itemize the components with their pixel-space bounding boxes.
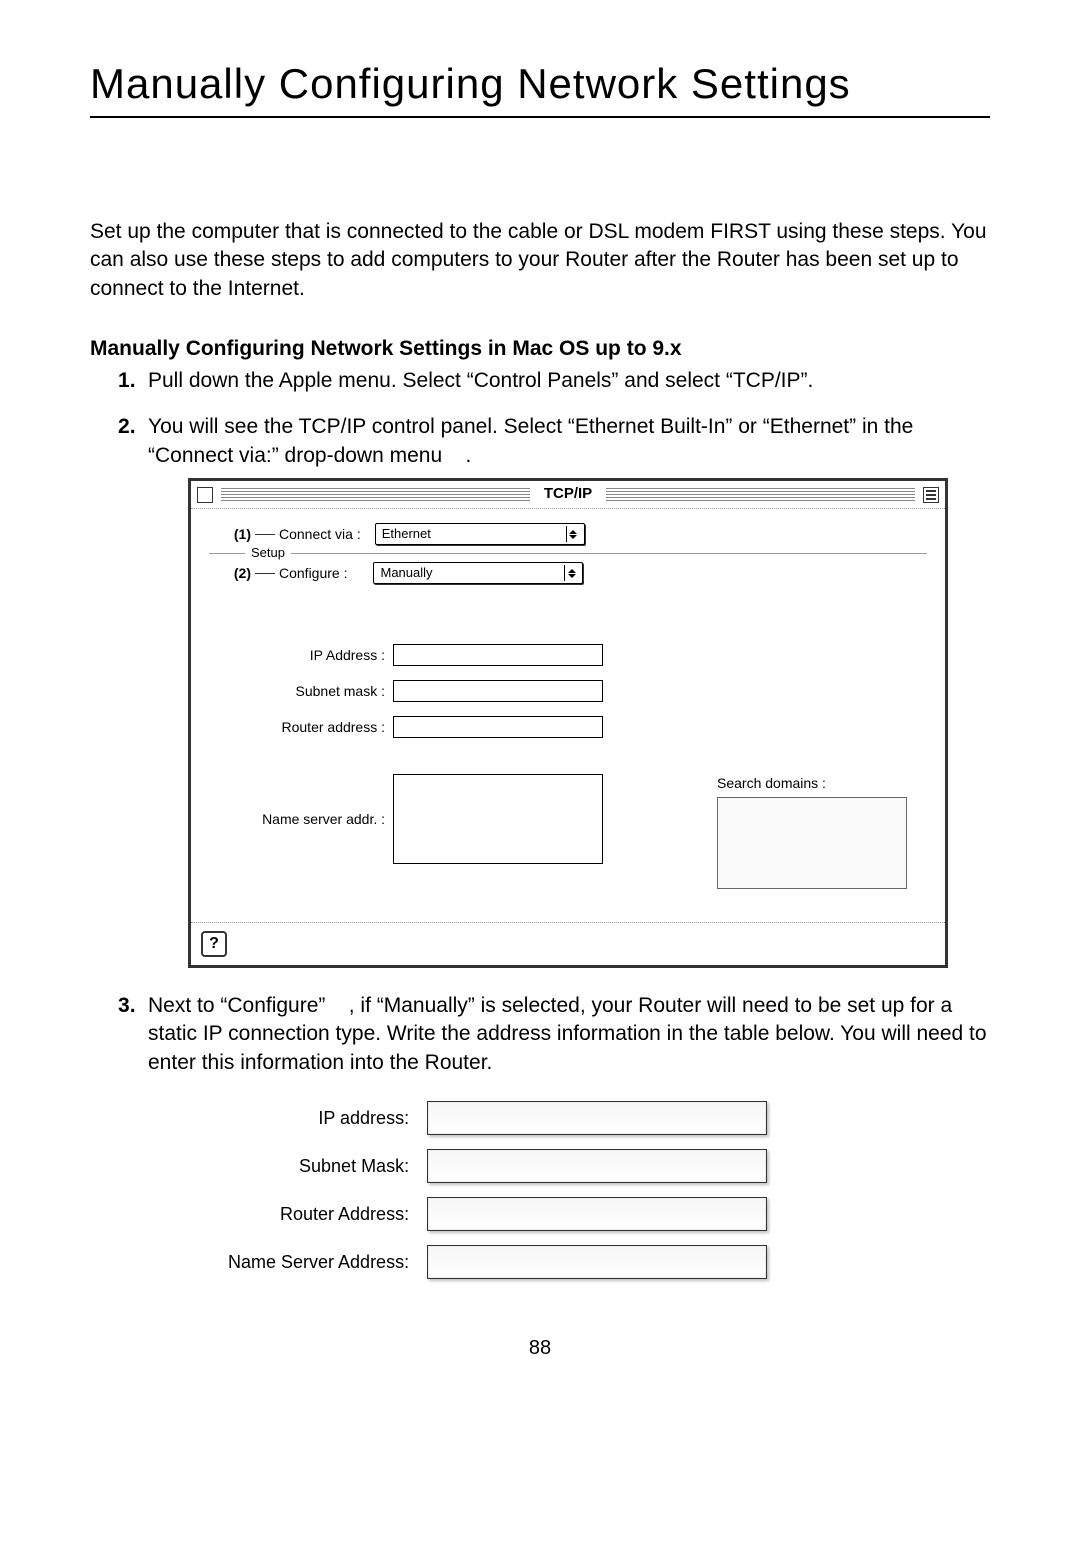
callout-line <box>255 573 275 574</box>
router-address-field[interactable] <box>427 1197 767 1231</box>
name-server-label: Name server addr. : <box>209 810 393 829</box>
callout-2: (2) <box>209 564 251 583</box>
configure-value: Manually <box>380 564 432 582</box>
configure-dropdown[interactable]: Manually <box>373 562 583 584</box>
section-subhead: Manually Configuring Network Settings in… <box>90 337 990 361</box>
page-number: 88 <box>90 1337 990 1360</box>
window-titlebar: TCP/IP <box>191 481 945 509</box>
step-number: 1 <box>118 367 136 395</box>
router-address-label: Router Address: <box>220 1191 417 1237</box>
dropdown-arrow-icon <box>566 526 580 542</box>
search-domains-input[interactable] <box>717 797 907 889</box>
callout-line <box>255 534 275 535</box>
ip-address-field[interactable] <box>427 1101 767 1135</box>
step-number: 2 <box>118 413 136 441</box>
titlebar-stripes <box>606 488 915 502</box>
table-row: IP address: <box>220 1095 775 1141</box>
step-text: Pull down the Apple menu. Select “Contro… <box>148 369 813 392</box>
step-1: 1 Pull down the Apple menu. Select “Cont… <box>118 367 990 395</box>
step-text: You will see the TCP/IP control panel. S… <box>148 415 913 466</box>
subnet-mask-label: Subnet Mask: <box>220 1143 417 1189</box>
step-text: Next to “Configure” , if “Manually” is s… <box>148 994 987 1074</box>
windowshade-icon[interactable] <box>923 487 939 503</box>
step-2: 2 You will see the TCP/IP control panel.… <box>118 413 990 968</box>
help-icon: ? <box>209 933 219 955</box>
address-form-table: IP address: Subnet Mask: Router Address:… <box>218 1093 777 1287</box>
table-row: Subnet Mask: <box>220 1143 775 1189</box>
callout-1: (1) <box>209 525 251 544</box>
name-server-input[interactable] <box>393 774 603 864</box>
window-title: TCP/IP <box>538 484 598 504</box>
search-domains-label: Search domains : <box>717 774 907 793</box>
close-box-icon[interactable] <box>197 487 213 503</box>
connect-via-dropdown[interactable]: Ethernet <box>375 523 585 545</box>
intro-paragraph: Set up the computer that is connected to… <box>90 218 990 303</box>
dropdown-arrow-icon <box>564 565 578 581</box>
step-3: 3 Next to “Configure” , if “Manually” is… <box>118 992 990 1287</box>
connect-via-label: Connect via : <box>279 525 367 544</box>
subnet-mask-input[interactable] <box>393 680 603 702</box>
ip-address-label: IP address: <box>220 1095 417 1141</box>
router-address-input[interactable] <box>393 716 603 738</box>
name-server-address-label: Name Server Address: <box>220 1239 417 1285</box>
subnet-mask-label: Subnet mask : <box>209 682 393 701</box>
step-number: 3 <box>118 992 136 1020</box>
titlebar-stripes <box>221 488 530 502</box>
router-address-label: Router address : <box>209 718 393 737</box>
ip-address-input[interactable] <box>393 644 603 666</box>
page-title: Manually Configuring Network Settings <box>90 60 990 118</box>
table-row: Name Server Address: <box>220 1239 775 1285</box>
tcpip-panel-screenshot: TCP/IP (1) Connect via : Ethernet <box>188 478 948 968</box>
help-button[interactable]: ? <box>201 931 227 957</box>
ip-address-label: IP Address : <box>209 646 393 665</box>
name-server-address-field[interactable] <box>427 1245 767 1279</box>
subnet-mask-field[interactable] <box>427 1149 767 1183</box>
setup-group-label: Setup <box>245 544 291 562</box>
connect-via-value: Ethernet <box>382 525 431 543</box>
table-row: Router Address: <box>220 1191 775 1237</box>
configure-label: Configure : <box>279 564 353 583</box>
